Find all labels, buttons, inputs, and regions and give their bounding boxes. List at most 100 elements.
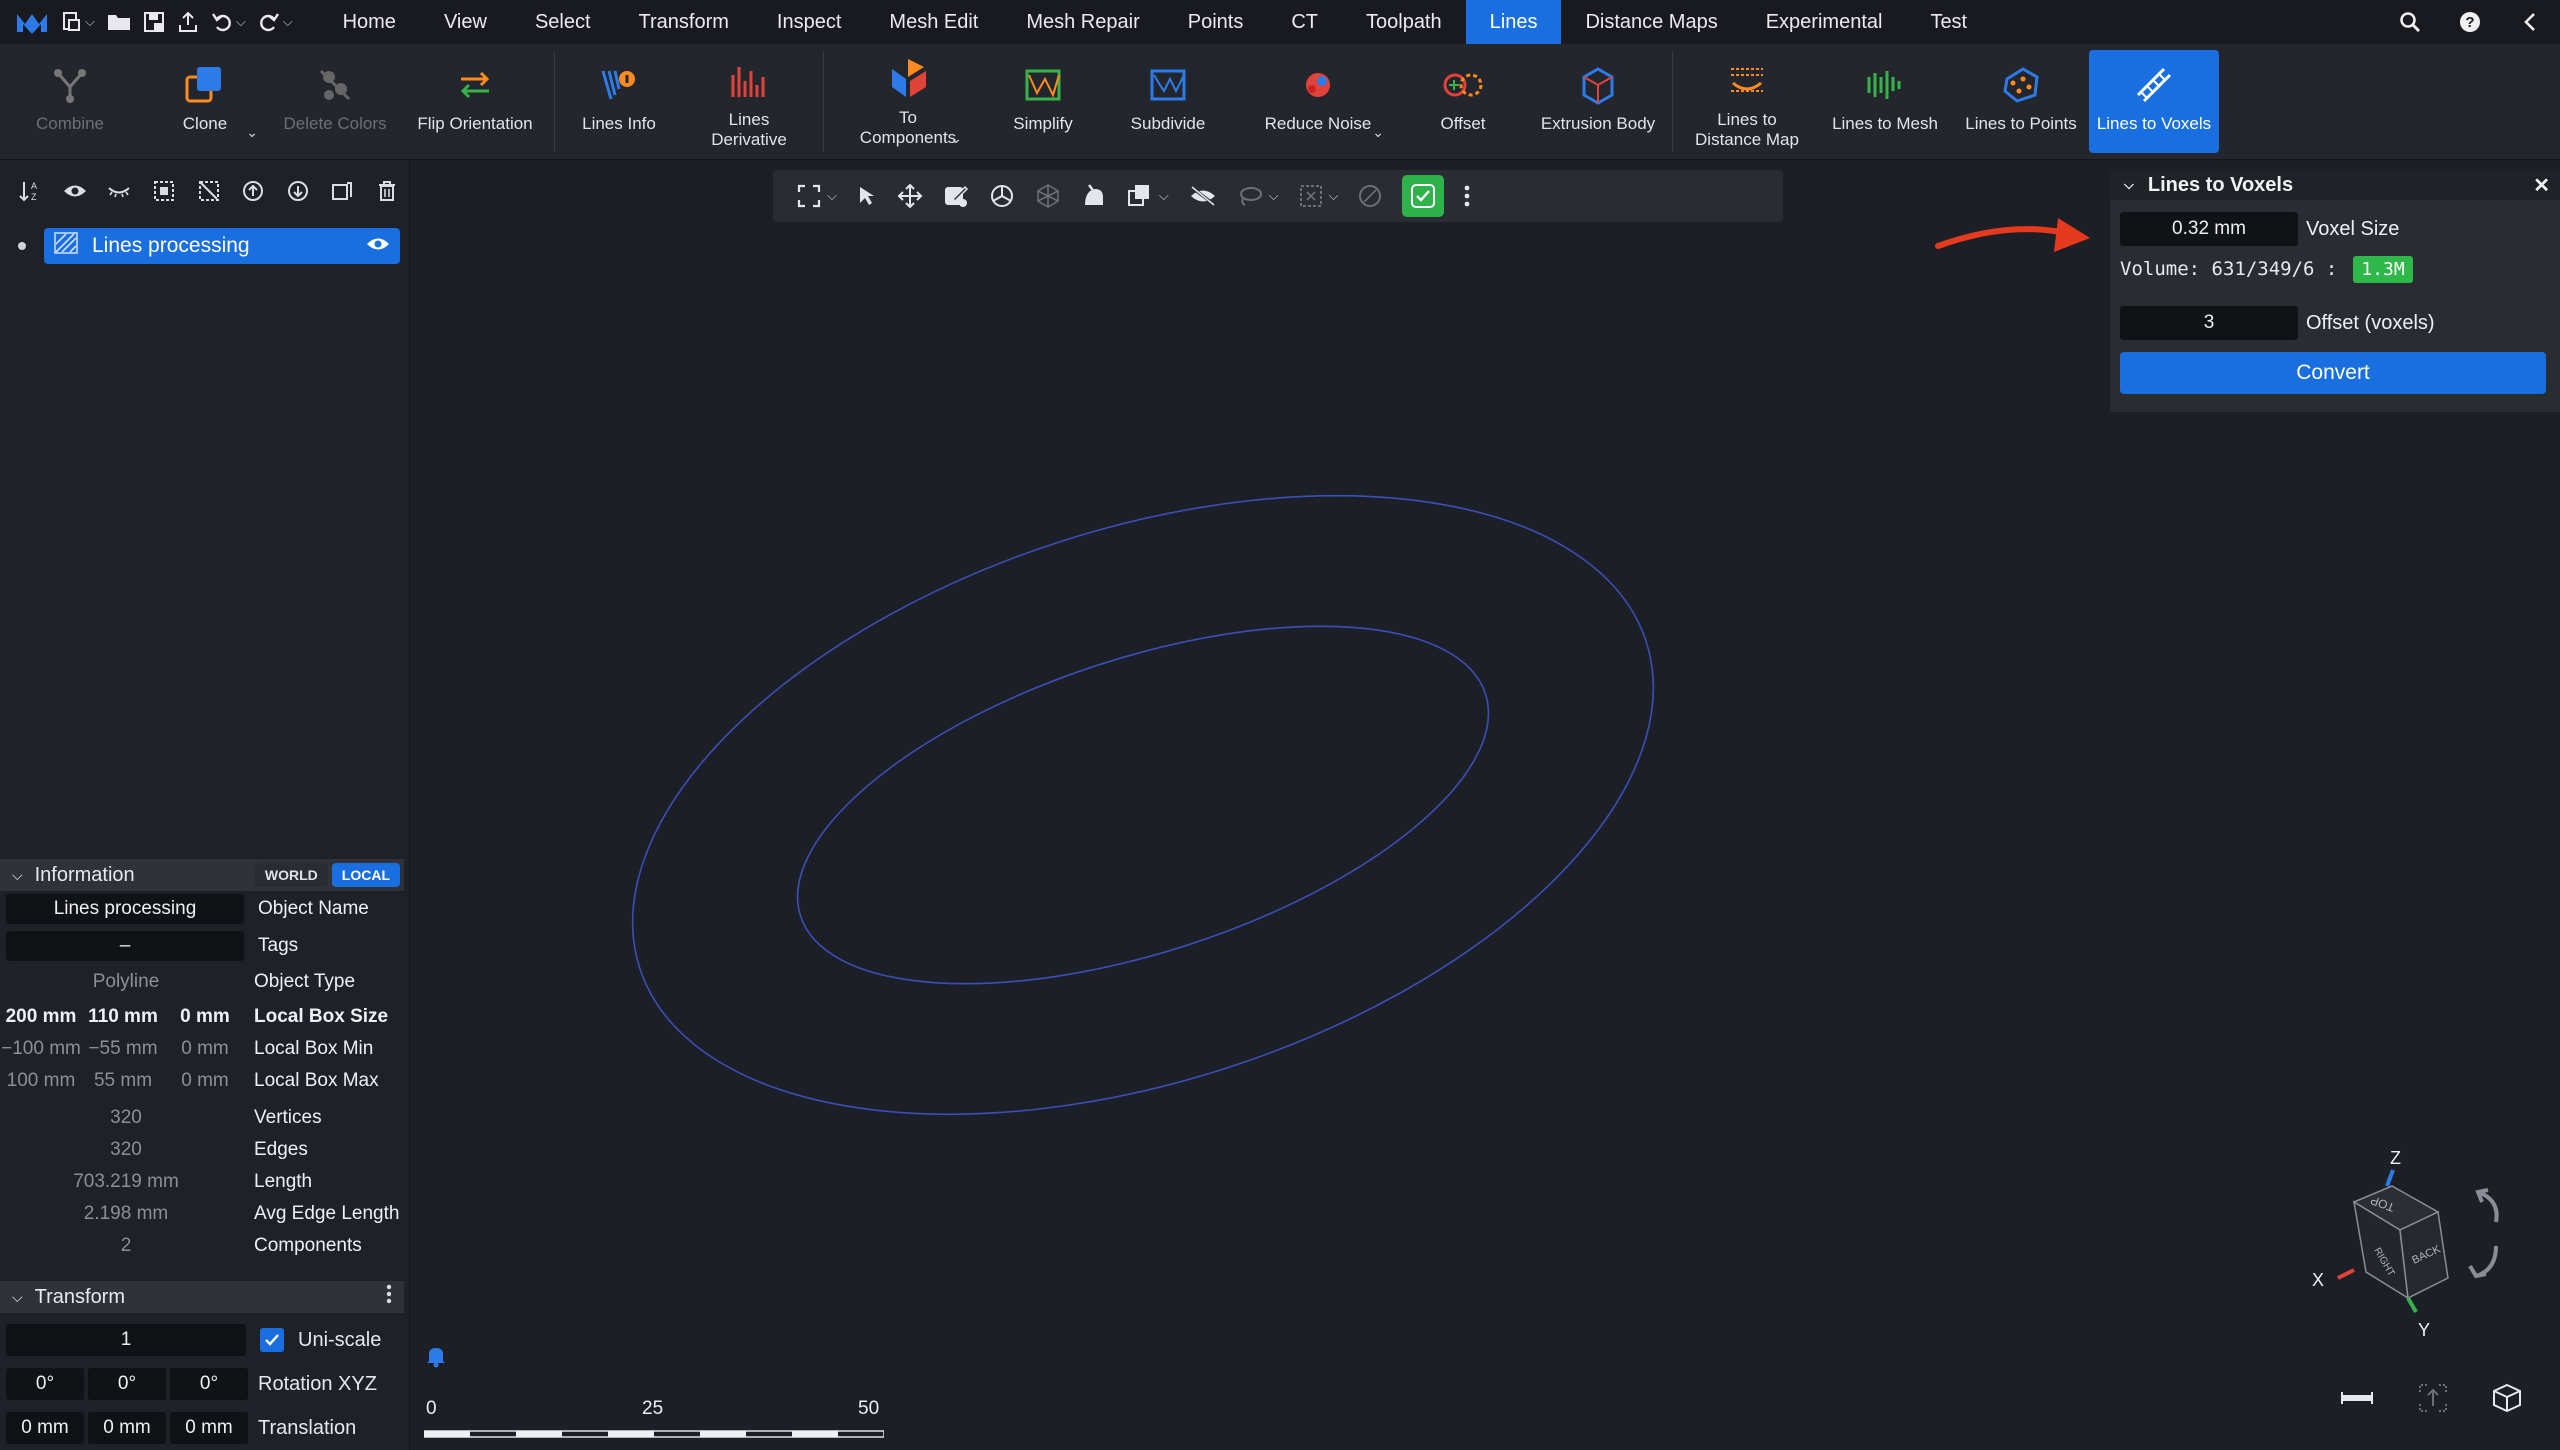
tab-experimental[interactable]: Experimental xyxy=(1742,0,1907,44)
tags-field[interactable]: – xyxy=(6,931,244,961)
tab-distance-maps[interactable]: Distance Maps xyxy=(1561,0,1741,44)
fit-view-icon[interactable]: ⌵ xyxy=(787,174,847,218)
select-arrow-icon[interactable] xyxy=(847,174,887,218)
open-folder-icon[interactable] xyxy=(101,0,137,44)
rotation-z-input[interactable]: 0° xyxy=(170,1368,248,1400)
clone-button[interactable]: Clone ⌄ xyxy=(140,44,270,159)
search-icon[interactable] xyxy=(2380,0,2440,44)
disabled-circle-icon[interactable] xyxy=(1348,174,1392,218)
simplify-button[interactable]: Simplify xyxy=(988,44,1098,159)
hide-all-eye-icon[interactable] xyxy=(97,171,142,211)
tab-ct[interactable]: CT xyxy=(1267,0,1342,44)
tab-mesh-repair[interactable]: Mesh Repair xyxy=(1002,0,1163,44)
offset-voxels-input[interactable]: 3 xyxy=(2120,306,2298,340)
clone-dropdown-icon[interactable]: ⌄ xyxy=(246,124,258,141)
deselect-all-icon[interactable] xyxy=(186,171,231,211)
edit-brush-icon[interactable] xyxy=(933,174,979,218)
save-icon[interactable] xyxy=(137,0,171,44)
rotate-sphere-icon[interactable] xyxy=(979,174,1025,218)
tree-item-selected[interactable]: Lines processing xyxy=(44,228,400,264)
world-toggle[interactable]: WORLD xyxy=(254,863,328,887)
tab-home[interactable]: Home xyxy=(319,0,420,44)
subdivide-button[interactable]: Subdivide xyxy=(1098,44,1238,159)
tab-points[interactable]: Points xyxy=(1164,0,1268,44)
scale-input[interactable]: 1 xyxy=(6,1324,246,1356)
redo-icon[interactable]: ⌵ xyxy=(252,0,299,44)
tab-test[interactable]: Test xyxy=(1906,0,1991,44)
to-components-dropdown-icon[interactable]: ⌄ xyxy=(950,130,962,147)
tab-mesh-edit[interactable]: Mesh Edit xyxy=(865,0,1002,44)
rotate-cw-arrow-icon[interactable] xyxy=(2475,1188,2499,1223)
fit-frame-icon[interactable] xyxy=(2408,1378,2458,1418)
lines-to-voxels-header[interactable]: ⌵ Lines to Voxels ✕ xyxy=(2110,170,2560,200)
more-vertical-icon[interactable] xyxy=(386,1284,392,1310)
sort-icon[interactable]: AZ xyxy=(8,171,53,211)
tab-view[interactable]: View xyxy=(420,0,511,44)
translation-z-input[interactable]: 0 mm xyxy=(170,1412,248,1444)
mesh-transform-icon[interactable] xyxy=(1025,174,1071,218)
tab-toolpath[interactable]: Toolpath xyxy=(1342,0,1466,44)
undo-icon[interactable]: ⌵ xyxy=(205,0,252,44)
collapse-chevron-icon[interactable] xyxy=(2500,0,2560,44)
object-name-field[interactable]: Lines processing xyxy=(6,894,244,924)
extrusion-body-button[interactable]: Extrusion Body xyxy=(1528,44,1668,159)
tree-bullet xyxy=(18,242,26,250)
help-icon[interactable]: ? xyxy=(2440,0,2500,44)
export-icon[interactable] xyxy=(171,0,205,44)
box-select-icon[interactable]: ⌵ xyxy=(1289,174,1349,218)
paint-select-icon[interactable] xyxy=(1071,174,1117,218)
lines-to-mesh-button[interactable]: Lines to Mesh xyxy=(1817,44,1953,159)
tab-lines[interactable]: Lines xyxy=(1465,0,1562,44)
tab-select[interactable]: Select xyxy=(511,0,615,44)
delete-colors-button[interactable]: Delete Colors xyxy=(270,44,400,159)
info-length-row: 703.219 mm Length xyxy=(0,1166,404,1198)
lines-to-points-button[interactable]: Lines to Points xyxy=(1953,44,2089,159)
hide-eye-icon[interactable] xyxy=(1179,174,1227,218)
more-options-icon[interactable] xyxy=(1454,174,1480,218)
local-toggle[interactable]: LOCAL xyxy=(331,863,400,887)
reduce-noise-dropdown-icon[interactable]: ⌄ xyxy=(1372,124,1384,141)
translation-x-input[interactable]: 0 mm xyxy=(6,1412,84,1444)
close-icon[interactable]: ✕ xyxy=(2533,173,2550,198)
voxel-size-input[interactable]: 0.32 mm xyxy=(2120,212,2298,246)
navigation-cube[interactable]: TOP RIGHT BACK Z X Y xyxy=(2290,1148,2550,1370)
rotation-y-input[interactable]: 0° xyxy=(88,1368,166,1400)
transform-header[interactable]: ⌵ Transform xyxy=(0,1281,404,1313)
tab-transform[interactable]: Transform xyxy=(615,0,753,44)
reduce-noise-button[interactable]: Reduce Noise ⌄ xyxy=(1238,44,1398,159)
offset-row: 3 Offset (voxels) xyxy=(2120,306,2435,340)
chevron-down-icon[interactable]: ⌵ xyxy=(2124,177,2134,193)
tree-item-lines-processing[interactable]: Lines processing xyxy=(12,228,400,264)
show-all-eye-icon[interactable] xyxy=(53,171,98,211)
visibility-eye-icon[interactable] xyxy=(366,234,390,258)
convert-button[interactable]: Convert xyxy=(2120,352,2546,394)
lines-info-button[interactable]: Lines Info xyxy=(559,44,679,159)
to-components-button[interactable]: To Components ⌄ xyxy=(828,44,988,159)
lines-derivative-button[interactable]: Lines Derivative xyxy=(679,44,819,159)
move-up-icon[interactable] xyxy=(231,171,276,211)
group-icon[interactable] xyxy=(320,171,365,211)
select-all-icon[interactable] xyxy=(142,171,187,211)
flip-orientation-button[interactable]: Flip Orientation xyxy=(400,44,550,159)
rotation-x-input[interactable]: 0° xyxy=(6,1368,84,1400)
lines-to-voxels-button[interactable]: Lines to Voxels xyxy=(2089,50,2219,153)
notification-bell-icon[interactable] xyxy=(425,1344,449,1370)
lasso-icon[interactable]: ⌵ xyxy=(1227,174,1289,218)
tab-inspect[interactable]: Inspect xyxy=(753,0,865,44)
translation-y-input[interactable]: 0 mm xyxy=(88,1412,166,1444)
offset-button[interactable]: Offset xyxy=(1398,44,1528,159)
information-header[interactable]: ⌵ Information WORLD LOCAL xyxy=(0,859,404,891)
uniscale-checkbox[interactable] xyxy=(260,1328,284,1352)
copy-shape-icon[interactable]: ⌵ xyxy=(1117,174,1179,218)
combine-button[interactable]: Combine xyxy=(0,44,140,159)
check-toggle[interactable] xyxy=(1392,174,1454,218)
new-file-icon[interactable]: ⌵ xyxy=(54,0,101,44)
ruler-icon[interactable] xyxy=(2332,1378,2382,1418)
delete-icon[interactable] xyxy=(365,171,410,211)
move-down-icon[interactable] xyxy=(275,171,320,211)
menu-right-icons: ? xyxy=(2380,0,2560,44)
view-cube-icon[interactable] xyxy=(2482,1378,2532,1418)
lines-to-distance-map-button[interactable]: Lines to Distance Map xyxy=(1677,44,1817,159)
rotate-ccw-arrow-icon[interactable] xyxy=(2468,1245,2498,1279)
move-icon[interactable] xyxy=(887,174,933,218)
